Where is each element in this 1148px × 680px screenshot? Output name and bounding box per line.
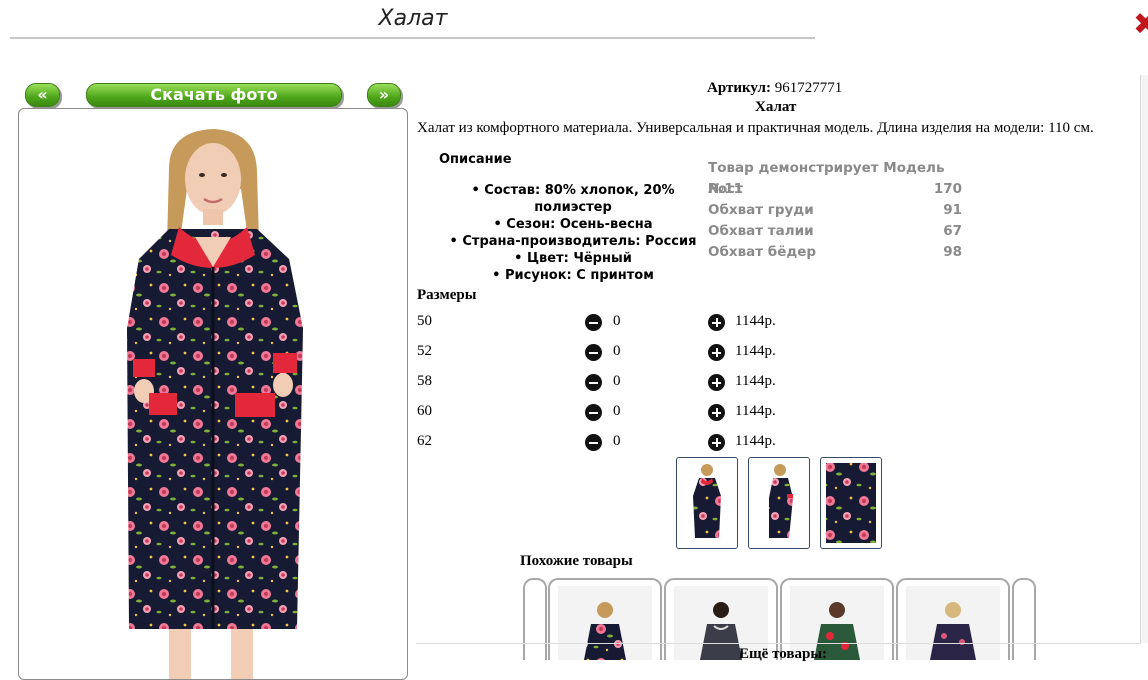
article-label: Артикул:	[707, 80, 771, 96]
price-value: 1144р.	[735, 313, 776, 329]
minus-icon[interactable]	[585, 314, 602, 331]
thumbnail-image	[693, 464, 721, 538]
quantity-value: 0	[613, 373, 621, 389]
size-row: 58 0 1144р.	[417, 373, 797, 393]
photo-thumbnail[interactable]	[820, 457, 882, 549]
thumbnail-image	[826, 463, 876, 543]
plus-icon[interactable]	[708, 404, 725, 421]
minus-icon[interactable]	[585, 434, 602, 451]
minus-icon[interactable]	[585, 404, 602, 421]
size-value: 58	[417, 373, 432, 389]
sizes-heading: Размеры	[417, 287, 477, 303]
minus-icon[interactable]	[585, 374, 602, 391]
size-value: 52	[417, 343, 432, 359]
thumbnail-image	[769, 464, 793, 538]
similar-product-card[interactable]	[896, 578, 1010, 660]
price-value: 1144р.	[735, 403, 776, 419]
model-row: Обхват груди 91	[708, 202, 962, 218]
similar-products-heading: Похожие товары	[520, 553, 633, 569]
description-heading: Описание	[439, 152, 512, 167]
model-heading: Товар демонстрирует Модель №11	[708, 160, 945, 197]
description-item: • Рисунок: С принтом	[492, 268, 654, 283]
description-item: • Цвет: Чёрный	[514, 251, 632, 266]
download-photo-button[interactable]: Скачать фото	[86, 83, 342, 107]
description-item: • Страна-производитель: Россия	[449, 234, 697, 249]
article-line: Артикул: 961727771	[707, 80, 842, 97]
vertical-scrollbar[interactable]	[1140, 75, 1148, 643]
plus-icon[interactable]	[708, 434, 725, 451]
size-value: 62	[417, 433, 432, 449]
description-item: • Сезон: Осень-весна	[493, 217, 653, 232]
price-value: 1144р.	[735, 373, 776, 389]
minus-icon[interactable]	[585, 344, 602, 361]
size-row: 52 0 1144р.	[417, 343, 797, 363]
price-value: 1144р.	[735, 433, 776, 449]
price-value: 1144р.	[735, 343, 776, 359]
photo-thumbnail[interactable]	[676, 457, 738, 549]
product-name: Халат	[755, 99, 797, 115]
prev-photo-button[interactable]: «	[25, 83, 60, 107]
product-description: Халат из комфортного материала. Универса…	[417, 120, 1094, 136]
size-row: 60 0 1144р.	[417, 403, 797, 423]
size-value: 60	[417, 403, 432, 419]
similar-scroll-right[interactable]	[1012, 578, 1036, 660]
size-row: 62 0 1144р.	[417, 433, 797, 453]
title-divider	[10, 37, 815, 39]
plus-icon[interactable]	[708, 314, 725, 331]
description-item: • Состав: 80% хлопок, 20% полиэстер	[471, 183, 675, 215]
quantity-value: 0	[613, 343, 621, 359]
more-products-heading: Ещё товары:	[739, 646, 828, 662]
model-row: Обхват бёдер 98	[708, 244, 962, 260]
model-row: Обхват талии 67	[708, 223, 962, 239]
similar-product-image	[930, 602, 976, 660]
quantity-value: 0	[613, 433, 621, 449]
page-title: Халат	[378, 6, 448, 31]
plus-icon[interactable]	[708, 344, 725, 361]
model-row: Рост 170	[708, 181, 962, 197]
photo-thumbnail[interactable]	[748, 457, 810, 549]
quantity-value: 0	[613, 313, 621, 329]
quantity-value: 0	[613, 403, 621, 419]
similar-product-card[interactable]	[548, 578, 662, 660]
description-list: • Состав: 80% хлопок, 20% полиэстер • Се…	[433, 182, 713, 284]
size-value: 50	[417, 313, 432, 329]
article-value: 961727771	[774, 80, 843, 96]
robe-model-image	[127, 129, 303, 679]
similar-scroll-left[interactable]	[523, 578, 547, 660]
similar-product-image	[584, 602, 626, 660]
divider	[416, 643, 1141, 644]
close-icon[interactable]: ✖	[1133, 10, 1148, 40]
model-measurements: Товар демонстрирует Модель №11 Рост 170 О…	[708, 158, 962, 263]
next-photo-button[interactable]: »	[367, 83, 401, 107]
plus-icon[interactable]	[708, 374, 725, 391]
main-product-photo[interactable]	[18, 108, 408, 680]
size-row: 50 0 1144р.	[417, 313, 797, 333]
